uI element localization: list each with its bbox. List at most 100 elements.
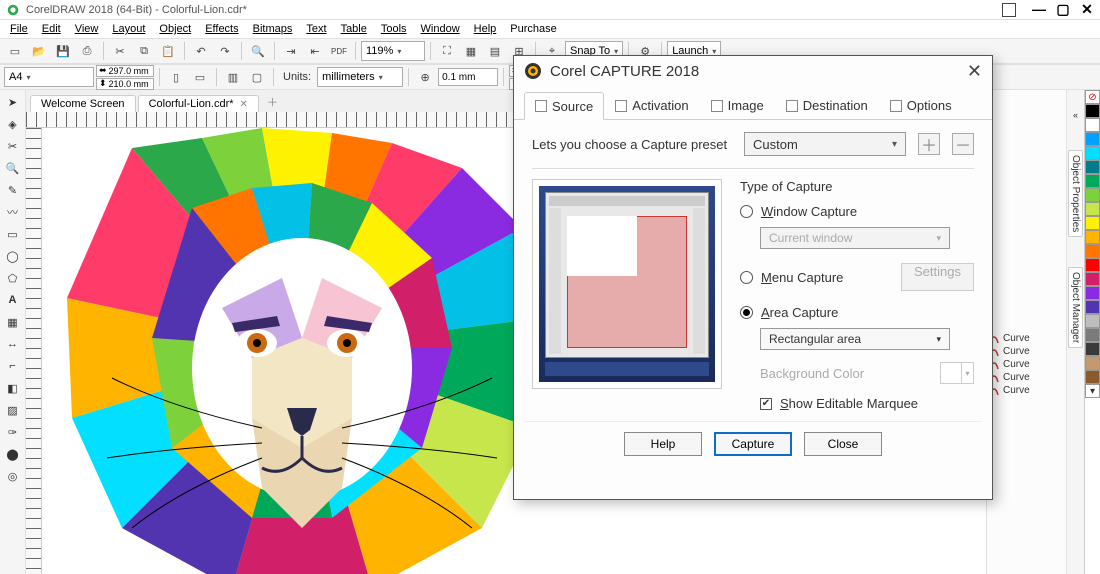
list-item[interactable]: Curve (989, 384, 1064, 397)
pdf-icon[interactable]: PDF (328, 41, 350, 61)
preset-add-button[interactable]: ＋ (918, 133, 940, 155)
grid-icon[interactable]: ▤ (484, 41, 506, 61)
dialog-tab-options[interactable]: Options (879, 92, 963, 119)
crop-tool-icon[interactable]: ✂ (3, 136, 23, 156)
dialog-tab-image[interactable]: Image (700, 92, 775, 119)
current-page-icon[interactable]: ▢ (246, 67, 268, 87)
add-tab-icon[interactable]: ＋ (261, 92, 284, 112)
tab-document[interactable]: Colorful-Lion.cdr*✕ (138, 95, 259, 112)
export-icon[interactable]: ⇤ (304, 41, 326, 61)
dialog-tab-source[interactable]: Source (524, 92, 604, 120)
color-swatch[interactable] (1085, 314, 1100, 328)
color-swatch[interactable] (1085, 370, 1100, 384)
rectangle-tool-icon[interactable]: ▭ (3, 224, 23, 244)
window-capture-option[interactable]: Window Capture (740, 204, 974, 219)
redo-icon[interactable]: ↷ (214, 41, 236, 61)
list-item[interactable]: Curve (989, 358, 1064, 371)
menu-capture-option[interactable]: Menu Capture Settings (740, 263, 974, 291)
menu-bitmaps[interactable]: Bitmaps (247, 22, 299, 36)
color-swatch[interactable] (1085, 258, 1100, 272)
maximize-button[interactable]: ▢ (1056, 1, 1070, 18)
color-swatch[interactable] (1085, 146, 1100, 160)
dimension-tool-icon[interactable]: ↔ (3, 334, 23, 354)
menu-layout[interactable]: Layout (106, 22, 151, 36)
page-height[interactable]: ⬍210.0 mm (96, 78, 154, 90)
landscape-icon[interactable]: ▭ (189, 67, 211, 87)
page-size-combo[interactable]: A4▾ (4, 67, 94, 87)
color-swatch[interactable] (1085, 300, 1100, 314)
text-tool-icon[interactable]: A (3, 290, 23, 310)
close-dialog-button[interactable]: Close (804, 432, 882, 456)
show-marquee-option[interactable]: ✔ Show Editable Marquee (760, 396, 974, 411)
color-swatch[interactable] (1085, 174, 1100, 188)
color-swatch[interactable] (1085, 202, 1100, 216)
color-swatch[interactable] (1085, 104, 1100, 118)
outline-tool-icon[interactable]: ◎ (3, 466, 23, 486)
menu-object[interactable]: Object (153, 22, 197, 36)
open-icon[interactable]: 📂 (28, 41, 50, 61)
area-capture-option[interactable]: Area Capture (740, 305, 974, 320)
cut-icon[interactable]: ✂ (109, 41, 131, 61)
shape-tool-icon[interactable]: ◈ (3, 114, 23, 134)
import-icon[interactable]: ⇥ (280, 41, 302, 61)
list-item[interactable]: Curve (989, 345, 1064, 358)
color-swatch[interactable] (1085, 356, 1100, 370)
page-width[interactable]: ⬌297.0 mm (96, 65, 154, 77)
color-swatch[interactable] (1085, 286, 1100, 300)
ruler-vertical[interactable] (26, 128, 42, 574)
connector-tool-icon[interactable]: ⌐ (3, 356, 23, 376)
zoom-combo[interactable]: 119%▾ (361, 41, 425, 61)
user-icon[interactable] (1002, 3, 1016, 17)
help-button[interactable]: Help (624, 432, 702, 456)
drop-shadow-icon[interactable]: ◧ (3, 378, 23, 398)
search-icon[interactable]: 🔍 (247, 41, 269, 61)
menu-effects[interactable]: Effects (199, 22, 244, 36)
expand-arrow-icon[interactable]: « (1073, 110, 1078, 120)
color-swatch[interactable] (1085, 328, 1100, 342)
menu-tools[interactable]: Tools (375, 22, 413, 36)
ellipse-tool-icon[interactable]: ◯ (3, 246, 23, 266)
list-item[interactable]: Curve (989, 371, 1064, 384)
preset-remove-button[interactable]: － (952, 133, 974, 155)
minimize-button[interactable]: — (1032, 1, 1046, 18)
list-item[interactable]: Curve (989, 332, 1064, 345)
portrait-icon[interactable]: ▯ (165, 67, 187, 87)
close-button[interactable]: ✕ (1080, 1, 1094, 18)
eyedropper-icon[interactable]: ✑ (3, 422, 23, 442)
table-tool-icon[interactable]: ▦ (3, 312, 23, 332)
color-swatch[interactable] (1085, 272, 1100, 286)
dialog-tab-destination[interactable]: Destination (775, 92, 879, 119)
menu-edit[interactable]: Edit (36, 22, 67, 36)
menu-purchase[interactable]: Purchase (504, 22, 562, 36)
rulers-icon[interactable]: ▦ (460, 41, 482, 61)
tab-object-properties[interactable]: Object Properties (1068, 150, 1083, 237)
artistic-media-icon[interactable]: 〰 (3, 202, 23, 222)
color-swatch[interactable] (1085, 160, 1100, 174)
tab-welcome[interactable]: Welcome Screen (30, 95, 136, 112)
dialog-close-icon[interactable]: ✕ (967, 61, 982, 82)
menu-view[interactable]: View (69, 22, 105, 36)
copy-icon[interactable]: ⧉ (133, 41, 155, 61)
save-icon[interactable]: 💾 (52, 41, 74, 61)
new-icon[interactable]: ▭ (4, 41, 26, 61)
fill-tool-icon[interactable]: ⬤ (3, 444, 23, 464)
fullscreen-icon[interactable]: ⛶ (436, 41, 458, 61)
area-capture-combo[interactable]: Rectangular area▾ (760, 328, 950, 350)
units-combo[interactable]: millimeters▾ (317, 67, 403, 87)
capture-button[interactable]: Capture (714, 432, 792, 456)
menu-file[interactable]: File (4, 22, 34, 36)
color-swatch[interactable] (1085, 132, 1100, 146)
dialog-title-bar[interactable]: Corel CAPTURE 2018 ✕ (514, 56, 992, 86)
undo-icon[interactable]: ↶ (190, 41, 212, 61)
paste-icon[interactable]: 📋 (157, 41, 179, 61)
nudge-input[interactable]: 0.1 mm (438, 68, 498, 86)
tab-object-manager[interactable]: Object Manager (1068, 267, 1083, 348)
print-icon[interactable]: ⎙ (76, 41, 98, 61)
preset-combo[interactable]: Custom ▾ (744, 132, 906, 156)
color-swatch[interactable] (1085, 188, 1100, 202)
all-pages-icon[interactable]: ▥ (222, 67, 244, 87)
color-swatch[interactable] (1085, 118, 1100, 132)
palette-scroll-down-icon[interactable]: ▾ (1085, 384, 1100, 398)
color-swatch[interactable] (1085, 230, 1100, 244)
zoom-tool-icon[interactable]: 🔍 (3, 158, 23, 178)
